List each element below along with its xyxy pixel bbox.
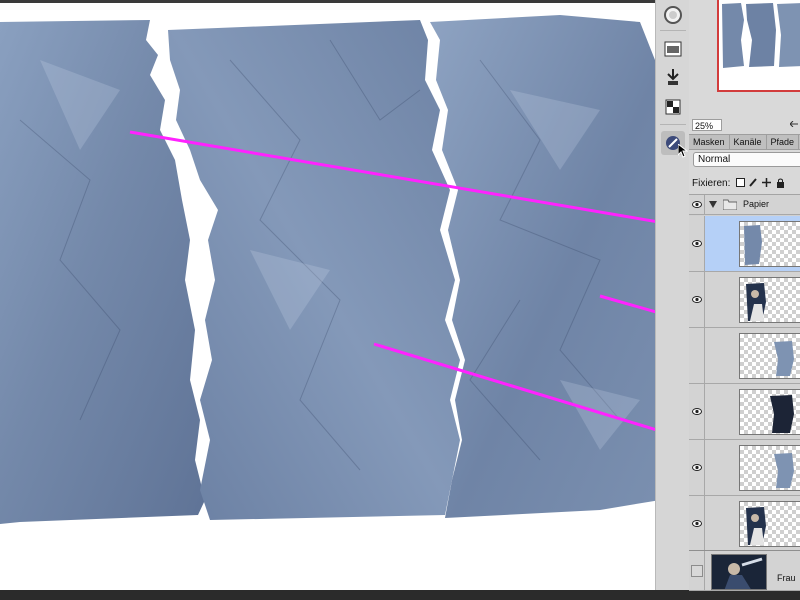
folder-icon bbox=[723, 199, 737, 210]
visibility-box-empty bbox=[690, 564, 703, 577]
navigator-preview[interactable] bbox=[717, 0, 800, 92]
tool-separator bbox=[660, 30, 686, 31]
layer-thumbnail bbox=[739, 389, 800, 435]
lock-label: Fixieren: bbox=[692, 178, 731, 189]
clone-source-icon[interactable] bbox=[661, 65, 685, 89]
eye-icon bbox=[691, 201, 702, 208]
layer-group-name: Papier bbox=[743, 199, 770, 209]
screen-mode-icon[interactable] bbox=[661, 37, 685, 61]
navigator-panel bbox=[689, 0, 800, 118]
paper-strip-right bbox=[430, 15, 655, 518]
layer-row-background[interactable]: Frau bbox=[689, 550, 800, 591]
visibility-toggle[interactable] bbox=[689, 496, 705, 551]
visibility-toggle[interactable] bbox=[689, 272, 705, 327]
layer-thumbnail bbox=[739, 277, 800, 323]
layer-row[interactable] bbox=[689, 272, 800, 328]
document-canvas[interactable] bbox=[0, 0, 655, 590]
navigator-zoom-row: 25% bbox=[689, 119, 800, 133]
visibility-toggle[interactable] bbox=[689, 216, 705, 271]
lock-row: Fixieren: bbox=[689, 176, 800, 192]
eye-icon bbox=[691, 296, 702, 303]
zoom-value-field[interactable]: 25% bbox=[692, 119, 722, 131]
visibility-toggle[interactable] bbox=[689, 551, 705, 590]
channel-mixer-icon[interactable] bbox=[661, 95, 685, 119]
layer-thumbnail bbox=[739, 501, 800, 547]
layer-row[interactable] bbox=[689, 496, 800, 552]
eye-icon bbox=[691, 464, 702, 471]
zoom-out-icon[interactable] bbox=[790, 121, 798, 127]
tab-masken[interactable]: Masken bbox=[689, 135, 730, 149]
layer-thumbnail bbox=[739, 333, 800, 379]
layers-list: Papier Frau bbox=[689, 194, 800, 591]
eye-icon bbox=[691, 520, 702, 527]
disclosure-triangle-icon[interactable] bbox=[709, 201, 717, 208]
layer-thumbnail bbox=[711, 554, 767, 590]
blend-mode-row: Normal bbox=[689, 151, 800, 169]
layer-thumbnail bbox=[739, 445, 800, 491]
layer-row[interactable] bbox=[689, 216, 800, 272]
history-brush-icon[interactable] bbox=[661, 3, 685, 27]
window-bottom-edge bbox=[0, 590, 800, 600]
visibility-toggle[interactable] bbox=[689, 384, 705, 439]
lock-position-icon[interactable] bbox=[762, 178, 771, 187]
blend-mode-select[interactable]: Normal bbox=[693, 152, 800, 167]
visibility-toggle[interactable] bbox=[689, 328, 705, 383]
layer-row[interactable] bbox=[689, 384, 800, 440]
panel-tab-bar: Masken Kanäle Pfade bbox=[689, 134, 800, 150]
tab-kanaele[interactable]: Kanäle bbox=[730, 135, 767, 149]
lock-all-icon[interactable] bbox=[776, 178, 785, 188]
layer-row[interactable] bbox=[689, 328, 800, 384]
lock-pixels-icon[interactable] bbox=[749, 178, 758, 187]
visibility-toggle[interactable] bbox=[689, 195, 705, 214]
right-panel: 25% Masken Kanäle Pfade Normal Fixieren:… bbox=[689, 0, 800, 591]
layer-group-papier[interactable]: Papier bbox=[689, 195, 800, 215]
eye-icon bbox=[691, 408, 702, 415]
visibility-toggle[interactable] bbox=[689, 440, 705, 495]
tab-pfade[interactable]: Pfade bbox=[767, 135, 800, 149]
tool-column bbox=[655, 0, 690, 590]
eye-icon bbox=[691, 240, 702, 247]
layer-row[interactable] bbox=[689, 440, 800, 496]
tool-separator bbox=[660, 124, 686, 125]
mouse-cursor-icon bbox=[678, 144, 688, 158]
layer-name: Frau bbox=[777, 573, 796, 583]
lock-transparent-icon[interactable] bbox=[736, 178, 745, 187]
canvas-artwork bbox=[0, 15, 655, 524]
layer-thumbnail bbox=[739, 221, 800, 267]
